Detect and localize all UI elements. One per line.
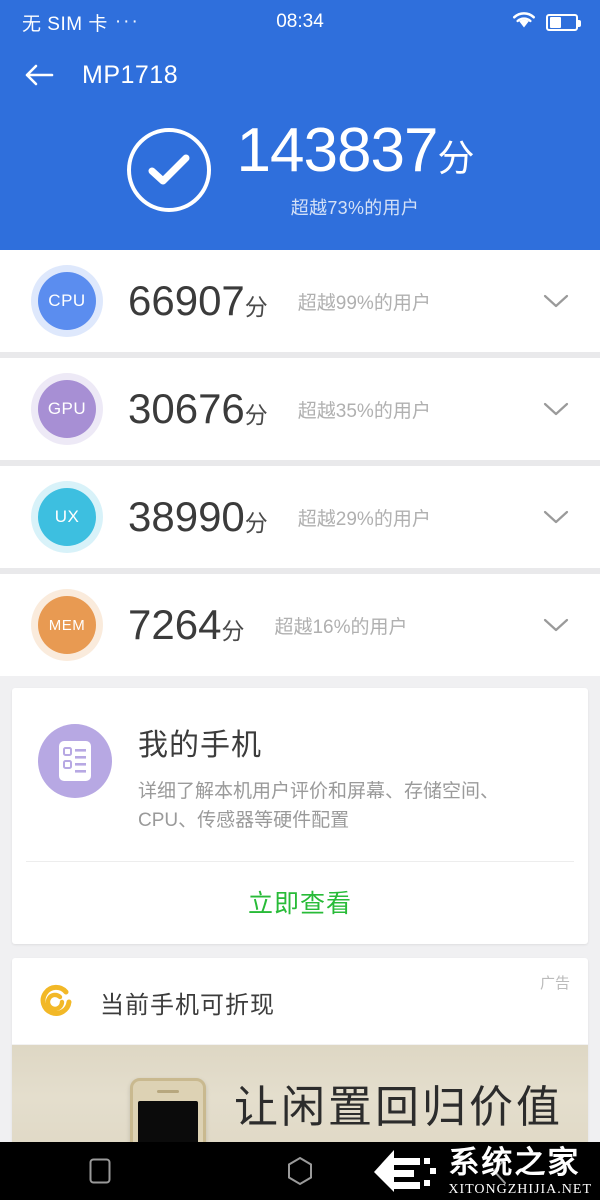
- metric-badge-mem: MEM: [38, 596, 96, 654]
- metric-percentile: 超越35%的用户: [297, 400, 431, 422]
- back-arrow-icon[interactable]: [22, 58, 56, 92]
- my-phone-card-texts: 我的手机 详细了解本机用户评价和屏幕、存储空间、CPU、传感器等硬件配置: [138, 718, 538, 835]
- system-nav-bar: [0, 1142, 600, 1200]
- page-title: MP1718: [82, 60, 179, 89]
- status-bar-left: 无 SIM 卡 ···: [22, 9, 140, 36]
- table-row[interactable]: CPU 66907分 超越99%的用户: [0, 250, 600, 352]
- metric-percentile: 超越16%的用户: [274, 616, 408, 638]
- score-header: MP1718 143837分 超越73%的用户: [0, 44, 600, 250]
- metric-score: 38990分: [128, 493, 268, 541]
- total-score-value: 143837分: [237, 120, 475, 182]
- my-phone-card[interactable]: 我的手机 详细了解本机用户评价和屏幕、存储空间、CPU、传感器等硬件配置 立即查…: [12, 688, 588, 944]
- metric-score-number: 38990: [128, 493, 245, 540]
- metric-score-unit: 分: [244, 294, 268, 320]
- view-now-button[interactable]: 立即查看: [12, 862, 588, 944]
- square-recents-icon[interactable]: [65, 1149, 135, 1193]
- status-bar: 无 SIM 卡 ··· 08:34: [0, 0, 600, 44]
- table-row[interactable]: GPU 30676分 超越35%的用户: [0, 358, 600, 460]
- metric-badge-label: UX: [54, 507, 80, 526]
- ad-banner-title: 让闲置回归价值: [234, 1082, 563, 1133]
- status-bar-right: [511, 10, 581, 35]
- total-score-block: 143837分 超越73%的用户: [0, 120, 600, 220]
- signal-dots-icon: ···: [114, 11, 140, 32]
- ad-card-header: 当前手机可折现 广告: [12, 958, 588, 1044]
- spiral-logo-icon: [34, 980, 78, 1024]
- document-list-icon: [38, 724, 112, 798]
- table-row[interactable]: UX 38990分 超越29%的用户: [0, 466, 600, 568]
- chevron-down-icon[interactable]: [536, 389, 576, 429]
- metric-rows: CPU 66907分 超越99%的用户 GPU 30676分 超越35%的用户: [0, 250, 600, 676]
- chevron-down-icon[interactable]: [536, 605, 576, 645]
- metric-score-unit: 分: [244, 402, 268, 428]
- total-score-number: 143837: [236, 116, 439, 185]
- my-phone-card-body: 我的手机 详细了解本机用户评价和屏幕、存储空间、CPU、传感器等硬件配置: [12, 688, 588, 861]
- title-bar: MP1718: [0, 44, 600, 106]
- metric-badge-ux: UX: [38, 488, 96, 546]
- chevron-down-icon[interactable]: [536, 281, 576, 321]
- ad-headline: 当前手机可折现: [100, 991, 275, 1019]
- metric-score-unit: 分: [244, 510, 268, 536]
- metric-score: 30676分: [128, 385, 268, 433]
- total-score-unit: 分: [437, 138, 474, 179]
- metric-score-unit: 分: [221, 618, 245, 644]
- metric-badge-gpu: GPU: [38, 380, 96, 438]
- hexagon-home-icon[interactable]: [265, 1149, 335, 1193]
- battery-icon: [546, 13, 581, 31]
- metric-score-number: 30676: [128, 385, 245, 432]
- metric-badge-label: GPU: [47, 399, 87, 418]
- my-phone-card-title: 我的手机: [138, 729, 262, 762]
- triangle-back-icon[interactable]: [465, 1149, 535, 1193]
- metric-badge-label: MEM: [48, 616, 86, 634]
- app-screen: 无 SIM 卡 ··· 08:34 MP1718 143837分 超越73%的用…: [0, 0, 600, 1200]
- metric-badge-label: CPU: [48, 291, 86, 310]
- metric-percentile: 超越29%的用户: [297, 508, 431, 530]
- chevron-down-icon[interactable]: [536, 497, 576, 537]
- ad-flag-label: 广告: [539, 975, 570, 992]
- metric-score: 66907分: [128, 277, 268, 325]
- metric-score: 7264分: [128, 601, 244, 649]
- total-percentile: 超越73%的用户: [290, 198, 420, 218]
- check-circle-icon: [126, 128, 211, 212]
- table-row[interactable]: MEM 7264分 超越16%的用户: [0, 574, 600, 676]
- my-phone-card-description: 详细了解本机用户评价和屏幕、存储空间、CPU、传感器等硬件配置: [138, 781, 500, 831]
- total-score-texts: 143837分 超越73%的用户: [237, 120, 475, 220]
- metric-score-number: 7264: [128, 601, 222, 648]
- metric-percentile: 超越99%的用户: [297, 292, 431, 314]
- wifi-icon: [511, 10, 537, 35]
- metric-score-number: 66907: [128, 277, 245, 324]
- carrier-label: 无 SIM 卡: [22, 13, 108, 35]
- metric-badge-cpu: CPU: [38, 272, 96, 330]
